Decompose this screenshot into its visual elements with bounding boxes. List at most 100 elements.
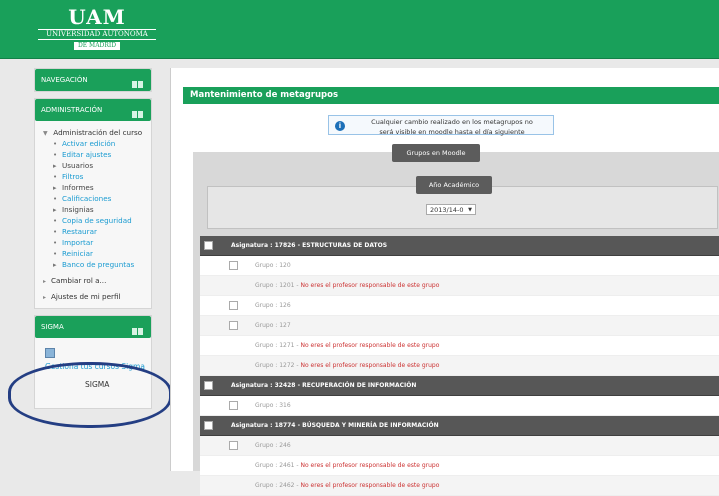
annotation-oval bbox=[8, 362, 172, 428]
row-text: Grupo : 1272 - No eres el profesor respo… bbox=[255, 356, 439, 375]
block-tools[interactable] bbox=[131, 105, 145, 118]
block-tools[interactable] bbox=[131, 322, 145, 335]
collapse-icon[interactable] bbox=[204, 241, 213, 250]
group-row: Grupo : 1271 - No eres el profesor respo… bbox=[200, 336, 719, 356]
admin-item[interactable]: • Activar edición bbox=[43, 138, 147, 149]
chevron-down-icon: ▼ bbox=[43, 130, 48, 137]
row-label: Grupo : 120 bbox=[255, 262, 291, 269]
chevron-down-icon: ▼ bbox=[468, 207, 472, 213]
info-notice: i Cualquier cambio realizado en los meta… bbox=[328, 115, 554, 136]
row-label: Grupo : 1272 - bbox=[255, 362, 301, 369]
triangle-right-icon: ▸ bbox=[43, 278, 47, 285]
group-row: Grupo : 1201 - No eres el profesor respo… bbox=[200, 276, 719, 296]
notice-line-1: Cualquier cambio realizado en los metagr… bbox=[371, 118, 533, 126]
row-label: Grupo : 2462 - bbox=[255, 482, 301, 489]
admin-extra-label: Cambiar rol a... bbox=[51, 276, 107, 285]
admin-item-label: Copia de seguridad bbox=[62, 216, 132, 225]
warning-text: No eres el profesor responsable de este … bbox=[300, 362, 440, 369]
row-text: Grupo : 127 bbox=[255, 316, 291, 335]
row-text: Asignatura : 18774 - BÚSQUEDA Y MINERÍA … bbox=[231, 416, 439, 435]
collapse-icon[interactable] bbox=[132, 111, 137, 118]
logo-subtext: DE MADRID bbox=[73, 42, 121, 50]
admin-item[interactable]: • Calificaciones bbox=[43, 193, 147, 204]
navigation-header[interactable]: NAVEGACIÓN bbox=[35, 69, 151, 91]
row-text: Grupo : 1201 - No eres el profesor respo… bbox=[255, 276, 439, 295]
sigma-icon bbox=[45, 348, 55, 358]
admin-item[interactable]: ▸ Usuarios bbox=[43, 160, 147, 171]
admin-item-label: Filtros bbox=[62, 172, 84, 181]
logo-text: UNIVERSIDAD AUTONOMA bbox=[38, 29, 156, 40]
admin-item-label: Importar bbox=[62, 238, 94, 247]
row-text: Grupo : 1271 - No eres el profesor respo… bbox=[255, 336, 439, 355]
admin-item[interactable]: ▸ Informes bbox=[43, 182, 147, 193]
row-label: Grupo : 2461 - bbox=[255, 462, 301, 469]
row-text: Grupo : 2462 - No eres el profesor respo… bbox=[255, 476, 439, 495]
page-title: Mantenimiento de metagrupos bbox=[183, 87, 719, 104]
admin-course-title: Administración del curso bbox=[53, 128, 143, 137]
sigma-header[interactable]: SIGMA bbox=[35, 316, 151, 338]
group-checkbox[interactable] bbox=[229, 301, 238, 310]
row-label: Asignatura : 32428 - RECUPERACIÓN DE INF… bbox=[231, 382, 417, 389]
row-text: Asignatura : 32428 - RECUPERACIÓN DE INF… bbox=[231, 376, 416, 395]
subject-header-row[interactable]: Asignatura : 32428 - RECUPERACIÓN DE INF… bbox=[200, 376, 719, 396]
subject-header-row[interactable]: Asignatura : 18774 - BÚSQUEDA Y MINERÍA … bbox=[200, 416, 719, 436]
admin-item[interactable]: • Editar ajustes bbox=[43, 149, 147, 160]
logo-mark: UAM bbox=[68, 5, 126, 29]
block-tools[interactable] bbox=[131, 75, 145, 88]
dock-icon[interactable] bbox=[138, 81, 143, 88]
group-checkbox[interactable] bbox=[229, 401, 238, 410]
administration-title: ADMINISTRACIÓN bbox=[41, 106, 103, 114]
group-checkbox[interactable] bbox=[229, 441, 238, 450]
admin-extra-label: Ajustes de mi perfil bbox=[51, 292, 121, 301]
year-select[interactable]: 2013/14-0 ▼ bbox=[426, 204, 476, 215]
info-icon: i bbox=[335, 121, 345, 131]
group-checkbox[interactable] bbox=[229, 261, 238, 270]
row-label: Asignatura : 17826 - ESTRUCTURAS DE DATO… bbox=[231, 242, 388, 249]
triangle-right-icon: ▸ bbox=[53, 261, 57, 269]
groups-panel-title: Grupos en Moodle bbox=[392, 144, 480, 162]
admin-extra-item[interactable]: ▸ Cambiar rol a... bbox=[43, 275, 147, 286]
admin-item[interactable]: • Filtros bbox=[43, 171, 147, 182]
group-row: Grupo : 126 bbox=[200, 296, 719, 316]
admin-item[interactable]: • Reiniciar bbox=[43, 248, 147, 259]
collapse-icon[interactable] bbox=[132, 81, 137, 88]
warning-text: No eres el profesor responsable de este … bbox=[300, 282, 440, 289]
collapse-icon[interactable] bbox=[132, 328, 137, 335]
admin-item[interactable]: • Restaurar bbox=[43, 226, 147, 237]
admin-item[interactable]: • Copia de seguridad bbox=[43, 215, 147, 226]
admin-item-label: Reiniciar bbox=[62, 249, 93, 258]
collapse-icon[interactable] bbox=[204, 381, 213, 390]
university-logo[interactable]: UAM UNIVERSIDAD AUTONOMA DE MADRID bbox=[38, 6, 156, 52]
admin-item-label: Restaurar bbox=[62, 227, 97, 236]
row-label: Asignatura : 18774 - BÚSQUEDA Y MINERÍA … bbox=[231, 422, 439, 429]
administration-block: ADMINISTRACIÓN ▼ Administración del curs… bbox=[34, 98, 152, 309]
admin-item-label: Banco de preguntas bbox=[62, 260, 135, 269]
collapse-icon[interactable] bbox=[204, 421, 213, 430]
navigation-title: NAVEGACIÓN bbox=[41, 76, 88, 84]
administration-header[interactable]: ADMINISTRACIÓN bbox=[35, 99, 151, 121]
row-label: Grupo : 1201 - bbox=[255, 282, 301, 289]
dock-icon[interactable] bbox=[138, 328, 143, 335]
subject-header-row[interactable]: Asignatura : 17826 - ESTRUCTURAS DE DATO… bbox=[200, 236, 719, 256]
group-row: Grupo : 1272 - No eres el profesor respo… bbox=[200, 356, 719, 376]
admin-item[interactable]: • Importar bbox=[43, 237, 147, 248]
admin-item-label: Calificaciones bbox=[62, 194, 112, 203]
dock-icon[interactable] bbox=[138, 111, 143, 118]
admin-item[interactable]: ▸ Insignias bbox=[43, 204, 147, 215]
warning-text: No eres el profesor responsable de este … bbox=[300, 462, 440, 469]
row-label: Grupo : 246 bbox=[255, 442, 291, 449]
admin-course-heading[interactable]: ▼ Administración del curso bbox=[43, 127, 147, 138]
group-checkbox[interactable] bbox=[229, 321, 238, 330]
admin-extra-item[interactable]: ▸ Ajustes de mi perfil bbox=[43, 291, 147, 302]
administration-body: ▼ Administración del curso • Activar edic… bbox=[35, 121, 151, 308]
group-row: Grupo : 316 bbox=[200, 396, 719, 416]
row-label: Grupo : 127 bbox=[255, 322, 291, 329]
group-row: Grupo : 127 bbox=[200, 316, 719, 336]
row-text: Grupo : 120 bbox=[255, 256, 291, 275]
admin-item-label: Insignias bbox=[62, 205, 94, 214]
group-row: Grupo : 246 bbox=[200, 436, 719, 456]
admin-item[interactable]: ▸ Banco de preguntas bbox=[43, 259, 147, 270]
row-label: Grupo : 126 bbox=[255, 302, 291, 309]
admin-item-label: Usuarios bbox=[62, 161, 94, 170]
admin-item-label: Informes bbox=[62, 183, 94, 192]
